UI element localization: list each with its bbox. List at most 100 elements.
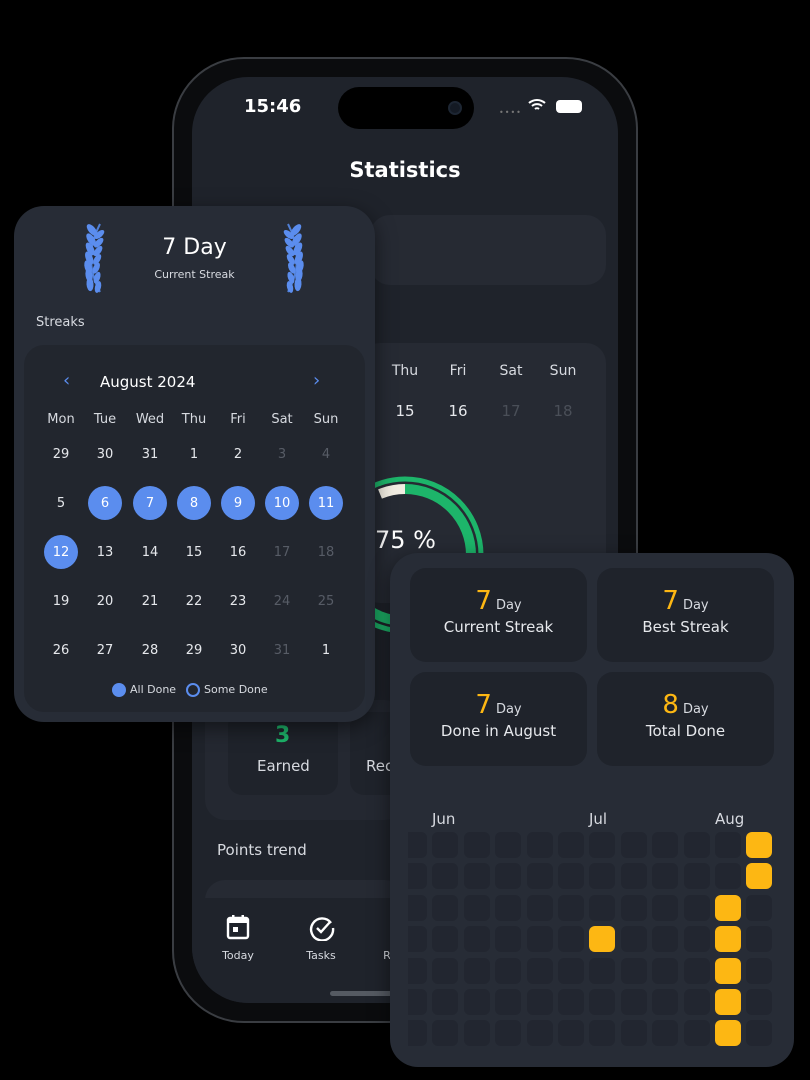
tab-tasks[interactable]: Tasks — [306, 949, 335, 962]
calendar-day[interactable]: 16 — [221, 535, 255, 569]
heatmap-cell — [463, 1020, 490, 1047]
heatmap-cell-active — [715, 1020, 741, 1047]
weekday-label: Sat — [271, 412, 293, 427]
calendar-day[interactable]: 19 — [44, 584, 78, 618]
calendar-day[interactable]: 29 — [177, 633, 211, 667]
heatmap-cell-active — [715, 926, 741, 953]
calendar-day[interactable]: 18 — [309, 535, 343, 569]
heatmap-cell — [408, 832, 427, 858]
calendar-day[interactable]: 20 — [88, 584, 122, 618]
page-title: Statistics — [349, 158, 461, 182]
points-trend-heading: Points trend — [217, 841, 307, 859]
calendar-day[interactable]: 26 — [44, 633, 78, 667]
stat-number: 8 — [662, 690, 679, 720]
calendar-day[interactable]: 9 — [221, 486, 255, 520]
heatmap-cell — [683, 894, 710, 921]
heatmap-cell — [463, 957, 490, 984]
heatmap-cell — [683, 1020, 710, 1047]
calendar-day[interactable]: 11 — [309, 486, 343, 520]
calendar-day[interactable]: 31 — [265, 633, 299, 667]
calendar-day[interactable]: 10 — [265, 486, 299, 520]
calendar-day[interactable]: 15 — [177, 535, 211, 569]
wifi-icon — [528, 99, 546, 110]
calendar-day[interactable]: 24 — [265, 584, 299, 618]
heatmap-cell — [652, 989, 679, 1015]
heatmap-cell-active — [715, 989, 741, 1015]
calendar-day[interactable]: 30 — [88, 437, 122, 471]
streaks-heading: Streaks — [36, 315, 85, 330]
heatmap-cell — [652, 832, 679, 858]
legend-some-done-icon — [186, 683, 200, 697]
calendar-day[interactable]: 27 — [88, 633, 122, 667]
heatmap-cell — [526, 1020, 553, 1047]
heatmap-cell-active — [715, 957, 741, 984]
heatmap-cell — [495, 989, 522, 1015]
heatmap-cell — [495, 957, 522, 984]
battery-icon — [556, 100, 582, 113]
heatmap-cell — [432, 894, 459, 921]
calendar-day[interactable]: 1 — [177, 437, 211, 471]
bg-weekday: Thu — [391, 363, 419, 379]
calendar-day[interactable]: 28 — [133, 633, 167, 667]
heatmap-cell — [652, 957, 679, 984]
next-month-button[interactable]: › — [313, 370, 320, 391]
calendar-day[interactable]: 8 — [177, 486, 211, 520]
bg-weekday: Fri — [449, 363, 467, 379]
activity-heatmap — [408, 830, 776, 1050]
calendar-day[interactable]: 25 — [309, 584, 343, 618]
heatmap-cell — [746, 1020, 773, 1047]
calendar-day[interactable]: 21 — [133, 584, 167, 618]
heatmap-cell — [432, 832, 459, 858]
heatmap-cell — [620, 926, 647, 953]
stat-number: 7 — [662, 586, 679, 616]
calendar-day[interactable]: 3 — [265, 437, 299, 471]
bg-weekday: Sun — [549, 363, 577, 379]
heatmap-cell — [408, 863, 427, 890]
stat-label: Total Done — [645, 722, 726, 740]
calendar-day[interactable]: 17 — [265, 535, 299, 569]
heatmap-cell — [432, 863, 459, 890]
calendar-day[interactable]: 14 — [133, 535, 167, 569]
stat-unit: Day — [682, 598, 709, 613]
calendar-day[interactable]: 31 — [133, 437, 167, 471]
calendar-day[interactable]: 22 — [177, 584, 211, 618]
calendar-day[interactable]: 6 — [88, 486, 122, 520]
stat-unit: Day — [495, 598, 522, 613]
heatmap-cell — [495, 894, 522, 921]
calendar-day[interactable]: 4 — [309, 437, 343, 471]
heatmap-cell — [558, 863, 584, 890]
heatmap-cell — [620, 894, 647, 921]
calendar-day[interactable]: 29 — [44, 437, 78, 471]
heatmap-cell — [589, 894, 616, 921]
calendar-day[interactable]: 7 — [133, 486, 167, 520]
calendar-day[interactable]: 30 — [221, 633, 255, 667]
heatmap-cell — [589, 863, 616, 890]
calendar-day[interactable]: 13 — [88, 535, 122, 569]
calendar-day[interactable]: 5 — [44, 486, 78, 520]
calendar-day[interactable]: 2 — [221, 437, 255, 471]
calendar-day[interactable]: 12 — [44, 535, 78, 569]
heatmap-cell — [620, 989, 647, 1015]
heatmap-cell — [526, 989, 553, 1015]
heatmap-cell — [495, 863, 522, 890]
prev-month-button[interactable]: ‹ — [63, 370, 70, 391]
heatmap-cell — [589, 1020, 616, 1047]
heatmap-cell — [463, 894, 490, 921]
calendar-day[interactable]: 1 — [309, 633, 343, 667]
heatmap-cell — [408, 957, 427, 984]
calendar-icon[interactable] — [226, 914, 250, 940]
heatmap-cell-active — [589, 926, 616, 953]
tab-today[interactable]: Today — [222, 949, 254, 962]
heatmap-cell — [463, 832, 490, 858]
bg-date: 15 — [395, 402, 415, 420]
heatmap-cell — [715, 863, 741, 890]
weekday-label: Fri — [230, 412, 246, 427]
calendar-day[interactable]: 23 — [221, 584, 255, 618]
check-circle-icon[interactable] — [309, 915, 335, 941]
signal-icon: •••• — [499, 108, 522, 117]
bg-date: 16 — [448, 402, 468, 420]
heatmap-cell — [432, 926, 459, 953]
streak-label: Current Streak — [154, 268, 235, 281]
stat-value: 7 Day — [597, 586, 774, 616]
weekday-label: Wed — [135, 412, 165, 427]
